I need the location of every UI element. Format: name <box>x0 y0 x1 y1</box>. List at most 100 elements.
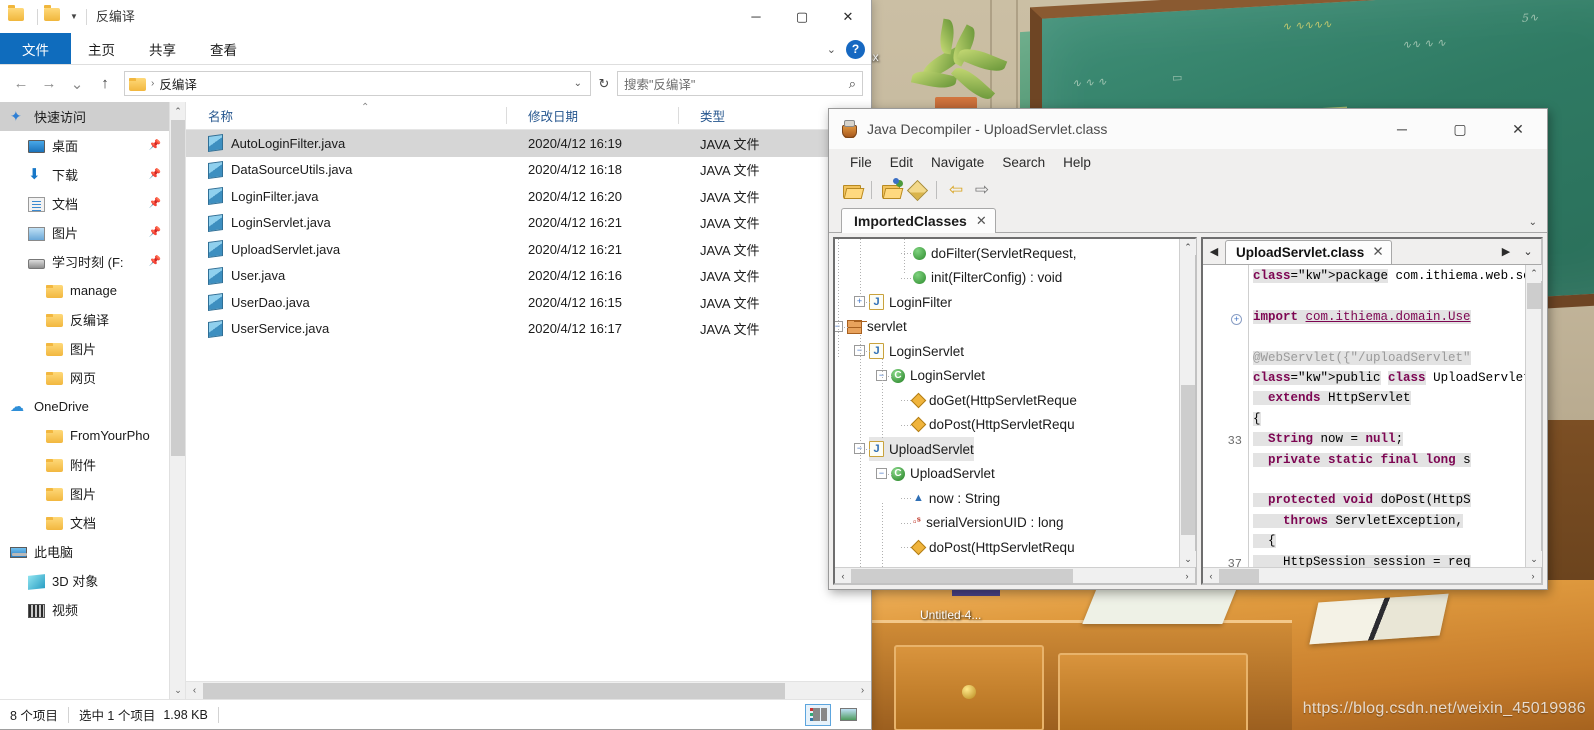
open-file-icon[interactable] <box>839 178 865 202</box>
tree-node[interactable]: servlet <box>847 315 907 339</box>
back-arrow-icon[interactable]: ⇦ <box>943 178 969 202</box>
tree-node[interactable]: C UploadServlet <box>891 462 995 486</box>
minimize-button[interactable]: ─ <box>733 0 779 33</box>
tab-file[interactable]: 文件 <box>0 33 71 64</box>
collapse-node-icon[interactable]: − <box>876 467 887 479</box>
tree-node[interactable]: doPost(HttpServletRequ <box>910 413 1075 437</box>
table-row[interactable]: UserDao.java 2020/4/12 16:15 JAVA 文件 <box>186 289 871 316</box>
scrollbar-thumb[interactable] <box>1219 568 1259 583</box>
tab-next-icon[interactable]: ▶ <box>1497 245 1515 258</box>
tree-node[interactable]: J LoginServlet <box>869 339 964 363</box>
sidebar-item-7[interactable]: 反编译 <box>0 305 169 334</box>
tab-uploadservlet-class[interactable]: UploadServlet.class ✕ <box>1225 239 1392 264</box>
chevron-down-icon[interactable]: ▼ <box>70 12 78 21</box>
pin-icon[interactable]: 📌 <box>149 198 161 209</box>
chevron-down-icon[interactable]: ⌄ <box>570 78 586 89</box>
sidebar-item-9[interactable]: 网页 <box>0 363 169 392</box>
tab-home[interactable]: 主页 <box>71 33 132 64</box>
tab-imported-classes[interactable]: ImportedClasses ✕ <box>841 208 996 233</box>
file-list-hscrollbar[interactable]: ‹ › <box>186 681 871 699</box>
search-input[interactable]: 搜索"反编译" ⌕ <box>617 71 863 96</box>
tab-menu-icon[interactable]: ⌄ <box>1519 245 1537 258</box>
scroll-down-icon[interactable]: ⌄ <box>1526 551 1542 567</box>
tree-node[interactable]: doPost(HttpServletRequ <box>910 535 1075 559</box>
tree-node[interactable]: ▲ now : String <box>913 486 1000 510</box>
forward-button[interactable]: → <box>36 71 62 97</box>
minimize-button[interactable]: ─ <box>1373 109 1431 149</box>
close-button[interactable]: ✕ <box>1489 109 1547 149</box>
tree-node[interactable]: doFilter(ServletRequest, <box>913 241 1077 265</box>
menu-edit[interactable]: Edit <box>881 155 922 170</box>
tree-node[interactable]: J LoginFilter <box>869 290 952 314</box>
column-header-name[interactable]: 名称 ⌃ <box>186 102 506 129</box>
sidebar-item-17[interactable]: 视频 <box>0 595 169 624</box>
scrollbar-thumb[interactable] <box>203 682 785 699</box>
tree-vscrollbar[interactable]: ⌃ ⌄ <box>1179 239 1196 567</box>
sidebar-item-15[interactable]: 此电脑 <box>0 537 169 566</box>
source-code-area[interactable]: class="kw">package com.ithiema.web.servl… <box>1249 265 1525 567</box>
menu-file[interactable]: File <box>841 155 881 170</box>
tab-view[interactable]: 查看 <box>193 33 254 64</box>
tree-node[interactable]: doGet(HttpServletReque <box>910 388 1077 412</box>
menu-navigate[interactable]: Navigate <box>922 155 993 170</box>
chevron-down-icon[interactable]: ⌄ <box>1529 217 1537 228</box>
refresh-button[interactable]: ↻ <box>593 76 615 92</box>
pin-icon[interactable]: 📌 <box>149 227 161 238</box>
class-tree[interactable]: doFilter(ServletRequest, init(FilterConfi… <box>835 239 1179 567</box>
close-icon[interactable]: ✕ <box>1372 244 1383 260</box>
pin-icon[interactable]: 📌 <box>149 256 161 267</box>
sidebar-item-8[interactable]: 图片 <box>0 334 169 363</box>
fold-expand-icon[interactable]: + <box>1231 313 1242 325</box>
scroll-right-icon[interactable]: › <box>1525 571 1541 581</box>
folder-icon[interactable] <box>44 5 61 25</box>
scroll-right-icon[interactable]: › <box>854 685 871 696</box>
sidebar-item-4[interactable]: 图片 📌 <box>0 218 169 247</box>
back-button[interactable]: ← <box>8 71 34 97</box>
close-button[interactable]: ✕ <box>825 0 871 33</box>
sidebar-item-12[interactable]: 附件 <box>0 450 169 479</box>
close-icon[interactable]: ✕ <box>976 213 987 229</box>
scrollbar-thumb[interactable] <box>1181 385 1195 535</box>
tree-node[interactable]: J UploadServlet <box>869 437 974 461</box>
table-row[interactable]: AutoLoginFilter.java 2020/4/12 16:19 JAVA … <box>186 130 871 157</box>
table-row[interactable]: LoginServlet.java 2020/4/12 16:21 JAVA 文件 <box>186 210 871 237</box>
scroll-right-icon[interactable]: › <box>1179 571 1195 581</box>
scroll-left-icon[interactable]: ‹ <box>835 571 851 581</box>
scroll-up-icon[interactable]: ⌃ <box>1526 265 1542 281</box>
scrollbar-thumb[interactable] <box>851 568 1073 583</box>
code-vscrollbar[interactable]: ⌃ ⌄ <box>1525 265 1542 567</box>
breadcrumb-current[interactable]: 反编译 <box>159 74 197 93</box>
sidebar-item-16[interactable]: 3D 对象 <box>0 566 169 595</box>
tree-node[interactable]: init(FilterConfig) : void <box>913 266 1062 290</box>
scroll-down-icon[interactable]: ⌄ <box>170 681 185 699</box>
scrollbar-thumb[interactable] <box>1527 283 1541 309</box>
scrollbar-thumb[interactable] <box>171 120 185 456</box>
tree-node[interactable]: C LoginServlet <box>891 364 985 388</box>
edit-pencil-icon[interactable] <box>904 178 930 202</box>
recent-locations-button[interactable]: ⌄ <box>64 71 90 97</box>
forward-arrow-icon[interactable]: ⇨ <box>969 178 995 202</box>
pin-icon[interactable]: 📌 <box>149 140 161 151</box>
sidebar-item-14[interactable]: 文档 <box>0 508 169 537</box>
tree-node[interactable]: ▫ᔆ serialVersionUID : long <box>913 511 1063 535</box>
pin-icon[interactable]: 📌 <box>149 169 161 180</box>
sidebar-item-11[interactable]: FromYourPho <box>0 421 169 450</box>
tab-share[interactable]: 共享 <box>132 33 193 64</box>
maximize-button[interactable]: ▢ <box>1431 109 1489 149</box>
table-row[interactable]: LoginFilter.java 2020/4/12 16:20 JAVA 文件 <box>186 183 871 210</box>
sidebar-item-13[interactable]: 图片 <box>0 479 169 508</box>
scroll-left-icon[interactable]: ‹ <box>1203 571 1219 581</box>
column-header-date[interactable]: 修改日期 <box>506 102 678 129</box>
menu-search[interactable]: Search <box>993 155 1054 170</box>
tab-prev-icon[interactable]: ◀ <box>1205 245 1223 258</box>
details-view-button[interactable] <box>805 703 831 726</box>
scroll-down-icon[interactable]: ⌄ <box>1180 551 1196 567</box>
scroll-left-icon[interactable]: ‹ <box>186 685 203 696</box>
help-icon[interactable]: ? <box>846 39 865 59</box>
sidebar-item-6[interactable]: manage <box>0 276 169 305</box>
table-row[interactable]: UserService.java 2020/4/12 16:17 JAVA 文件 <box>186 316 871 343</box>
table-row[interactable]: User.java 2020/4/12 16:16 JAVA 文件 <box>186 263 871 290</box>
table-row[interactable]: DataSourceUtils.java 2020/4/12 16:18 JAVA … <box>186 157 871 184</box>
scroll-up-icon[interactable]: ⌃ <box>170 102 185 120</box>
address-bar[interactable]: › 反编译 ⌄ <box>124 71 591 96</box>
